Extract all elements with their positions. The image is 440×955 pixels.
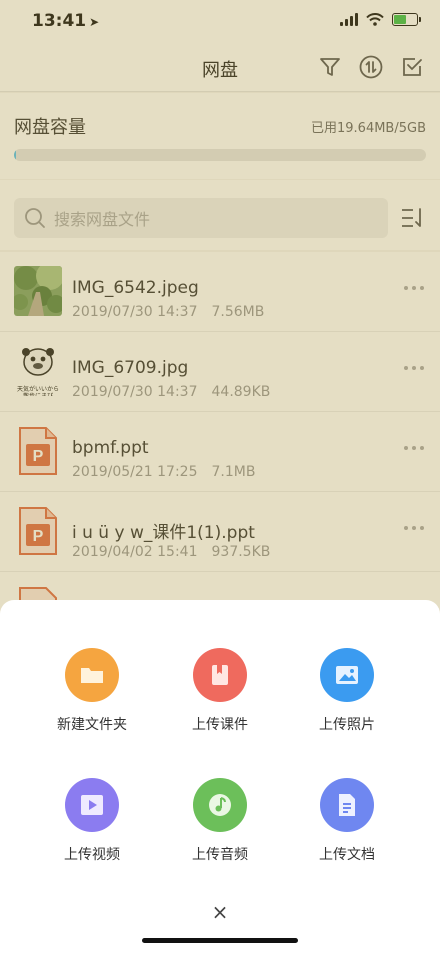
upload-action-sheet: 新建文件夹 上传课件 上传照片 上传视频 上传音频 上传文档 × bbox=[0, 600, 440, 955]
upload-courseware-button[interactable]: 上传课件 bbox=[160, 648, 280, 734]
action-label: 上传课件 bbox=[192, 717, 248, 733]
audio-icon bbox=[193, 778, 247, 832]
video-icon bbox=[65, 778, 119, 832]
upload-video-button[interactable]: 上传视频 bbox=[32, 778, 152, 864]
new-folder-button[interactable]: 新建文件夹 bbox=[32, 648, 152, 734]
action-label: 上传文档 bbox=[319, 847, 375, 863]
action-label: 新建文件夹 bbox=[57, 717, 127, 733]
upload-document-button[interactable]: 上传文档 bbox=[287, 778, 407, 864]
action-label: 上传音频 bbox=[192, 847, 248, 863]
folder-icon bbox=[65, 648, 119, 702]
upload-audio-button[interactable]: 上传音频 bbox=[160, 778, 280, 864]
home-indicator bbox=[142, 938, 298, 943]
action-label: 上传照片 bbox=[319, 717, 375, 733]
action-label: 上传视频 bbox=[64, 847, 120, 863]
photo-icon bbox=[320, 648, 374, 702]
close-icon[interactable]: × bbox=[208, 900, 232, 924]
document-icon bbox=[320, 778, 374, 832]
courseware-icon bbox=[193, 648, 247, 702]
upload-photo-button[interactable]: 上传照片 bbox=[287, 648, 407, 734]
